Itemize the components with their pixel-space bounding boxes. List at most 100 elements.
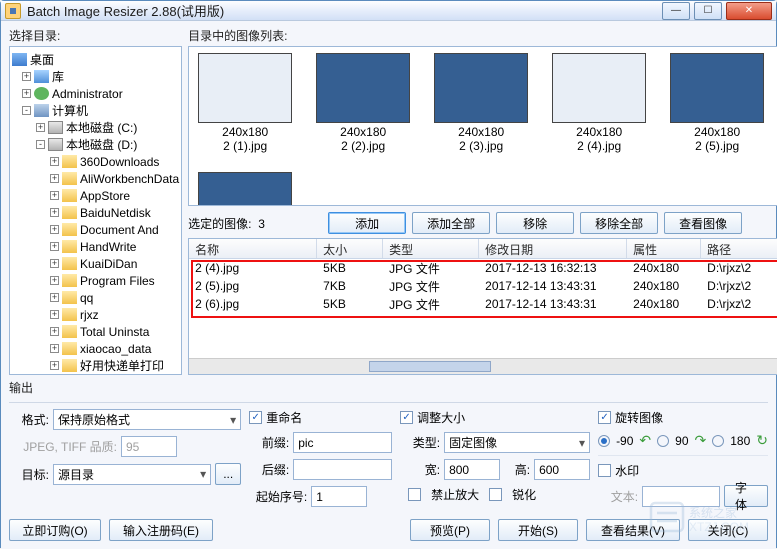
tree-disk-c[interactable]: 本地磁盘 (C:) [66, 119, 137, 136]
directory-tree[interactable]: 桌面 + 库 + Administrator - 计算机 + 本地磁盘 (C:) - 本地… [9, 46, 182, 375]
collapse-icon[interactable]: - [22, 106, 31, 115]
height-input[interactable]: 600 [534, 459, 590, 480]
thumbnail[interactable]: 240x1802 (2).jpg [313, 53, 413, 154]
tree-folder[interactable]: xiaocao_data [80, 342, 151, 356]
tree-folder[interactable]: 好用快递单打印 [80, 357, 164, 374]
expand-icon[interactable]: + [50, 157, 59, 166]
output-label: 输出 [9, 379, 768, 396]
tree-folder[interactable]: 360Downloads [80, 155, 159, 169]
thumbnail[interactable]: 240x1802 (6).jpg [195, 172, 295, 206]
format-select[interactable]: 保持原始格式 [53, 409, 241, 430]
maximize-button[interactable]: ☐ [694, 2, 722, 20]
selected-list[interactable]: 名称 太小 类型 修改日期 属性 路径 2 (4).jpg5KBJPG 文件20… [188, 238, 777, 375]
desktop-icon [12, 53, 27, 66]
tree-folder[interactable]: BaiduNetdisk [80, 206, 151, 220]
order-now-button[interactable]: 立即订购(O) [9, 519, 101, 541]
font-button[interactable]: 字体 [724, 485, 768, 507]
thumbnail[interactable]: 240x1802 (4).jpg [549, 53, 649, 154]
col-type[interactable]: 类型 [383, 239, 479, 258]
rotate-180-radio[interactable] [712, 435, 724, 447]
suffix-input[interactable] [293, 459, 392, 480]
expand-icon[interactable]: + [50, 293, 59, 302]
horizontal-scrollbar[interactable] [189, 358, 777, 374]
tree-folder[interactable]: rjxz [80, 308, 99, 322]
expand-icon[interactable]: + [50, 276, 59, 285]
rotate-checkbox[interactable]: ✓ [598, 411, 611, 424]
width-input[interactable]: 800 [444, 459, 500, 480]
table-row[interactable]: 2 (5).jpg7KBJPG 文件2017-12-14 13:43:31240… [189, 277, 777, 295]
expand-icon[interactable]: + [50, 259, 59, 268]
expand-icon[interactable]: + [50, 225, 59, 234]
remove-button[interactable]: 移除 [496, 212, 574, 234]
user-icon [34, 87, 49, 100]
tree-folder[interactable]: HandWrite [80, 240, 136, 254]
col-name[interactable]: 名称 [189, 239, 317, 258]
expand-icon[interactable]: + [36, 123, 45, 132]
minimize-button[interactable]: — [662, 2, 690, 20]
target-select[interactable]: 源目录 [53, 464, 211, 485]
tree-folder[interactable]: AppStore [80, 189, 130, 203]
watermark-checkbox[interactable] [598, 464, 611, 477]
enter-code-button[interactable]: 输入注册码(E) [109, 519, 213, 541]
rename-checkbox[interactable]: ✓ [249, 411, 262, 424]
thumbnail[interactable]: 240x1802 (1).jpg [195, 53, 295, 154]
tree-computer[interactable]: 计算机 [52, 102, 88, 119]
expand-icon[interactable]: + [50, 327, 59, 336]
table-row[interactable]: 2 (6).jpg5KBJPG 文件2017-12-14 13:43:31240… [189, 295, 777, 313]
cell-type: JPG 文件 [383, 296, 479, 313]
close-app-button[interactable]: 关闭(C) [688, 519, 768, 541]
tree-desktop[interactable]: 桌面 [30, 51, 54, 68]
expand-icon[interactable]: + [50, 242, 59, 251]
expand-icon[interactable]: + [50, 361, 59, 370]
thumbnail[interactable]: 240x1802 (3).jpg [431, 53, 531, 154]
target-label: 目标: [9, 466, 49, 483]
preview-button[interactable]: 预览(P) [410, 519, 490, 541]
expand-icon[interactable]: + [50, 174, 59, 183]
tree-admin[interactable]: Administrator [52, 87, 123, 101]
add-all-button[interactable]: 添加全部 [412, 212, 490, 234]
tree-folder[interactable]: Document And [80, 223, 159, 237]
tree-disk-d[interactable]: 本地磁盘 (D:) [66, 136, 137, 153]
thumbnail[interactable]: 240x1802 (5).jpg [667, 53, 767, 154]
expand-icon[interactable]: + [22, 72, 31, 81]
tree-folder[interactable]: 用户目录 [80, 374, 128, 375]
cell-attr: 240x180 [627, 279, 701, 293]
titlebar: Batch Image Resizer 2.88(试用版) — ☐ ✕ [1, 1, 776, 21]
col-date[interactable]: 修改日期 [479, 239, 627, 258]
view-result-button[interactable]: 查看结果(V) [586, 519, 680, 541]
table-row[interactable]: 2 (4).jpg5KBJPG 文件2017-12-13 16:32:13240… [189, 259, 777, 277]
close-button[interactable]: ✕ [726, 2, 772, 20]
expand-icon[interactable]: + [50, 208, 59, 217]
start-button[interactable]: 开始(S) [498, 519, 578, 541]
expand-icon[interactable]: + [50, 191, 59, 200]
collapse-icon[interactable]: - [36, 140, 45, 149]
tree-folder[interactable]: KuaiDiDan [80, 257, 137, 271]
expand-icon[interactable]: + [50, 310, 59, 319]
tree-folder[interactable]: Total Uninsta [80, 325, 149, 339]
tree-lib[interactable]: 库 [52, 68, 64, 85]
sharpen-checkbox[interactable] [489, 488, 502, 501]
browse-button[interactable]: ... [215, 463, 241, 485]
expand-icon[interactable]: + [50, 344, 59, 353]
col-path[interactable]: 路径 [701, 239, 777, 258]
expand-icon[interactable]: + [22, 89, 31, 98]
thumbnail-list[interactable]: 240x1802 (1).jpg240x1802 (2).jpg240x1802… [188, 46, 777, 206]
tree-folder[interactable]: qq [80, 291, 93, 305]
rotate-m90-radio[interactable] [598, 435, 610, 447]
remove-all-button[interactable]: 移除全部 [580, 212, 658, 234]
tree-folder[interactable]: AliWorkbenchData [80, 172, 179, 186]
no-enlarge-checkbox[interactable] [408, 488, 421, 501]
startseq-spinner[interactable]: 1 [311, 486, 367, 507]
tree-folder[interactable]: Program Files [80, 274, 155, 288]
app-icon [5, 3, 21, 19]
type-select[interactable]: 固定图像 [444, 432, 590, 453]
col-attr[interactable]: 属性 [627, 239, 701, 258]
add-button[interactable]: 添加 [328, 212, 406, 234]
col-size[interactable]: 太小 [317, 239, 383, 258]
rotate-p90-radio[interactable] [657, 435, 669, 447]
folder-icon [62, 240, 77, 253]
cell-path: D:\rjxz\2 [701, 261, 777, 275]
prefix-input[interactable]: pic [293, 432, 392, 453]
resize-checkbox[interactable]: ✓ [400, 411, 413, 424]
view-image-button[interactable]: 查看图像 [664, 212, 742, 234]
